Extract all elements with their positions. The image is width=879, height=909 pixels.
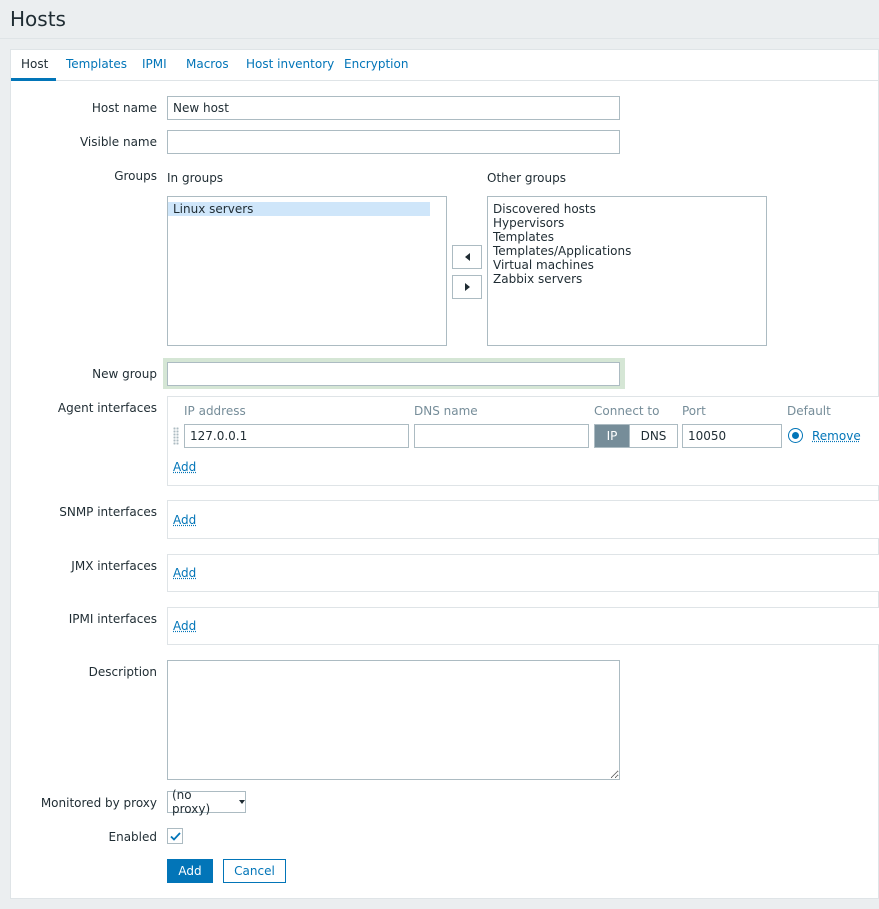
proxy-label: Monitored by proxy (40, 796, 157, 810)
ipmi-interfaces-box (167, 607, 879, 645)
tab-encryption[interactable]: Encryption (344, 57, 408, 71)
radio-dot-icon (792, 432, 799, 439)
arrow-left-icon (464, 253, 470, 261)
snmp-interfaces-box (167, 500, 879, 539)
add-button[interactable]: Add (167, 859, 213, 883)
chevron-down-icon (239, 800, 245, 804)
in-groups-label: In groups (167, 171, 224, 185)
other-groups-label: Other groups (487, 171, 566, 185)
list-item[interactable]: Templates/Applications (488, 244, 766, 258)
page-title: Hosts (10, 7, 66, 31)
host-name-input[interactable] (167, 96, 620, 120)
tab-host[interactable]: Host (21, 57, 48, 71)
description-textarea[interactable] (167, 660, 620, 780)
dns-name-header: DNS name (414, 404, 478, 418)
list-item[interactable]: Zabbix servers (488, 272, 766, 286)
agent-interfaces-label: Agent interfaces (57, 401, 157, 415)
list-item[interactable]: Linux servers (168, 202, 430, 216)
list-item[interactable]: Discovered hosts (488, 202, 766, 216)
add-ipmi-interface-link[interactable]: Add (173, 619, 196, 633)
tab-host-inventory[interactable]: Host inventory (246, 57, 334, 71)
description-label: Description (88, 665, 157, 679)
add-snmp-interface-link[interactable]: Add (173, 513, 196, 527)
move-left-button[interactable] (452, 245, 482, 269)
connect-dns-button[interactable]: DNS (629, 425, 677, 447)
host-name-label: Host name (91, 101, 157, 115)
jmx-interfaces-box (167, 554, 879, 592)
move-right-button[interactable] (452, 275, 482, 299)
tab-macros[interactable]: Macros (186, 57, 229, 71)
connect-to-header: Connect to (594, 404, 660, 418)
checkmark-icon (169, 831, 181, 841)
drag-handle-icon[interactable] (173, 427, 179, 445)
groups-label: Groups (114, 169, 157, 183)
enabled-label: Enabled (108, 830, 158, 844)
add-agent-interface-link[interactable]: Add (173, 460, 196, 474)
new-group-label: New group (92, 367, 157, 381)
list-item[interactable]: Templates (488, 230, 766, 244)
visible-name-label: Visible name (79, 135, 157, 149)
visible-name-input[interactable] (167, 130, 620, 154)
tab-templates[interactable]: Templates (66, 57, 127, 71)
default-radio[interactable] (788, 428, 803, 443)
proxy-select[interactable]: (no proxy) (167, 788, 246, 816)
tab-bar: Host Templates IPMI Macros Host inventor… (11, 50, 879, 81)
enabled-checkbox[interactable] (167, 828, 183, 844)
dns-name-input[interactable] (414, 424, 589, 448)
list-item[interactable]: Virtual machines (488, 258, 766, 272)
snmp-interfaces-label: SNMP interfaces (59, 505, 157, 519)
other-groups-list[interactable]: Discovered hosts Hypervisors Templates T… (487, 196, 767, 346)
ip-address-input[interactable] (184, 424, 409, 448)
ipmi-interfaces-label: IPMI interfaces (68, 612, 157, 626)
jmx-interfaces-label: JMX interfaces (71, 559, 157, 573)
active-tab-indicator (11, 78, 56, 81)
ip-address-header: IP address (184, 404, 246, 418)
port-header: Port (682, 404, 706, 418)
connect-to-toggle: IP DNS (594, 424, 678, 448)
header-divider (0, 38, 879, 39)
in-groups-list[interactable]: Linux servers (167, 196, 447, 346)
add-jmx-interface-link[interactable]: Add (173, 566, 196, 580)
default-header: Default (787, 404, 831, 418)
remove-interface-link[interactable]: Remove (812, 429, 861, 443)
connect-ip-button[interactable]: IP (595, 425, 629, 447)
proxy-selected-value: (no proxy) (172, 788, 211, 816)
port-input[interactable] (682, 424, 782, 448)
cancel-button[interactable]: Cancel (223, 859, 286, 883)
list-item[interactable]: Hypervisors (488, 216, 766, 230)
tab-ipmi[interactable]: IPMI (142, 57, 167, 71)
arrow-right-icon (464, 283, 470, 291)
new-group-input[interactable] (167, 362, 620, 386)
